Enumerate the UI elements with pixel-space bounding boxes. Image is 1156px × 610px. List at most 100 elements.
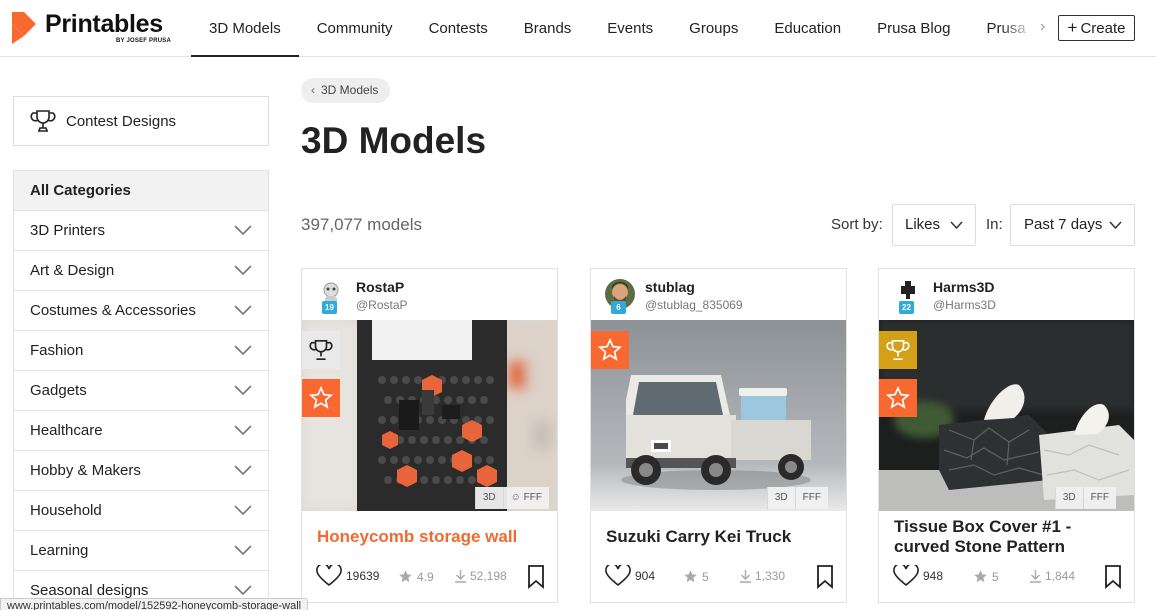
category-item[interactable]: Fashion bbox=[14, 331, 268, 371]
star-icon bbox=[974, 570, 987, 583]
author-name[interactable]: RostaP bbox=[356, 279, 404, 295]
nav-3d-models[interactable]: 3D Models bbox=[191, 0, 299, 57]
featured-badge bbox=[591, 331, 629, 369]
model-title[interactable]: Honeycomb storage wall bbox=[317, 527, 547, 547]
rating-value: 5 bbox=[702, 569, 709, 584]
like-count: 904 bbox=[635, 569, 656, 583]
trophy-icon bbox=[309, 340, 333, 360]
nav-groups[interactable]: Groups bbox=[671, 0, 756, 57]
category-label: Art & Design bbox=[30, 262, 115, 279]
nav-contests[interactable]: Contests bbox=[411, 0, 506, 57]
rating-stat: 5 bbox=[973, 569, 999, 584]
download-count: 1,330 bbox=[755, 569, 786, 583]
star-icon bbox=[399, 570, 412, 583]
card-stats: 904 5 1,330 bbox=[605, 565, 835, 589]
download-count: 1,844 bbox=[1045, 569, 1076, 583]
user-level-badge: 6 bbox=[611, 301, 626, 314]
featured-badge bbox=[302, 379, 340, 417]
nav-brands[interactable]: Brands bbox=[506, 0, 590, 57]
plus-icon: + bbox=[1067, 18, 1078, 37]
chevron-down-icon bbox=[234, 465, 252, 475]
category-list: All Categories 3D Printers Art & Design … bbox=[13, 170, 269, 610]
like-stat[interactable]: 948 bbox=[893, 565, 943, 587]
model-title[interactable]: Suzuki Carry Kei Truck bbox=[606, 527, 836, 547]
rating-stat: 4.9 bbox=[398, 569, 434, 584]
download-stat: 52,198 bbox=[454, 569, 507, 583]
chevron-down-icon bbox=[234, 505, 252, 515]
category-item[interactable]: Learning bbox=[14, 531, 268, 571]
download-count: 52,198 bbox=[470, 569, 507, 583]
category-item[interactable]: Gadgets bbox=[14, 371, 268, 411]
model-card[interactable]: 22 Harms3D @Harms3D 3D FFF Tissue Box Co… bbox=[878, 268, 1135, 603]
category-label: Household bbox=[30, 502, 102, 519]
model-card[interactable]: 6 stublag @stublag_835069 3D FFF Suzuki … bbox=[590, 268, 847, 603]
tag-3d: 3D bbox=[766, 487, 795, 509]
breadcrumb[interactable]: ‹ 3D Models bbox=[301, 78, 391, 103]
download-icon bbox=[740, 570, 751, 583]
create-button[interactable]: + Create bbox=[1058, 15, 1135, 41]
model-thumbnail[interactable]: 3D ☺ FFF bbox=[302, 320, 557, 511]
printables-logo[interactable]: Printables by JOSEF PRUSA bbox=[12, 10, 177, 48]
period-select[interactable]: Past 7 days bbox=[1010, 204, 1135, 246]
chevron-down-icon bbox=[234, 305, 252, 315]
like-count: 19639 bbox=[346, 569, 380, 583]
period-label: In: bbox=[986, 216, 1003, 233]
tag-fff: FFF bbox=[1082, 487, 1116, 509]
author-handle: @RostaP bbox=[356, 298, 408, 312]
like-stat[interactable]: 19639 bbox=[316, 565, 379, 587]
model-thumbnail[interactable]: 3D FFF bbox=[591, 320, 846, 511]
trophy-icon bbox=[886, 340, 910, 360]
like-stat[interactable]: 904 bbox=[605, 565, 655, 587]
download-icon bbox=[1030, 570, 1041, 583]
honeycomb-wall-image bbox=[302, 320, 557, 511]
brand-name: Printables bbox=[45, 10, 163, 38]
printables-logo-icon bbox=[12, 12, 36, 44]
nav-education[interactable]: Education bbox=[756, 0, 859, 57]
model-title[interactable]: Tissue Box Cover #1 - curved Stone Patte… bbox=[894, 517, 1124, 557]
top-header: Printables by JOSEF PRUSA 3D Models Comm… bbox=[0, 0, 1156, 57]
nav-events[interactable]: Events bbox=[589, 0, 671, 57]
featured-badge bbox=[879, 379, 917, 417]
category-item[interactable]: Household bbox=[14, 491, 268, 531]
category-item[interactable]: Healthcare bbox=[14, 411, 268, 451]
contest-winner-badge bbox=[879, 331, 917, 369]
tissue-box-image bbox=[879, 320, 1134, 511]
page-title: 3D Models bbox=[301, 120, 487, 161]
star-outline-icon bbox=[309, 386, 333, 409]
nav-prusa-blog[interactable]: Prusa Blog bbox=[859, 0, 968, 57]
category-item[interactable]: Art & Design bbox=[14, 251, 268, 291]
bookmark-icon[interactable] bbox=[815, 565, 835, 589]
sort-select[interactable]: Likes bbox=[892, 204, 976, 246]
star-icon bbox=[684, 570, 697, 583]
bookmark-icon[interactable] bbox=[526, 565, 546, 589]
contest-designs-button[interactable]: Contest Designs bbox=[13, 96, 269, 146]
category-item[interactable]: Hobby & Makers bbox=[14, 451, 268, 491]
model-thumbnail[interactable]: 3D FFF bbox=[879, 320, 1134, 511]
download-stat: 1,844 bbox=[1029, 569, 1075, 583]
model-card[interactable]: 19 RostaP @RostaP 3D ☺ FFF Honeycomb sto… bbox=[301, 268, 558, 603]
bookmark-icon[interactable] bbox=[1103, 565, 1123, 589]
card-stats: 19639 4.9 52,198 bbox=[316, 565, 546, 589]
heart-icon bbox=[316, 565, 342, 587]
chevron-down-icon bbox=[950, 221, 963, 229]
tag-fff: ☺ FFF bbox=[502, 487, 549, 509]
category-label: Gadgets bbox=[30, 382, 87, 399]
link-status-bar: www.printables.com/model/152592-honeycom… bbox=[0, 598, 309, 610]
category-item[interactable]: Costumes & Accessories bbox=[14, 291, 268, 331]
card-stats: 948 5 1,844 bbox=[893, 565, 1123, 589]
author-name[interactable]: Harms3D bbox=[933, 279, 994, 295]
author-handle: @stublag_835069 bbox=[645, 298, 743, 312]
heart-icon bbox=[605, 565, 631, 587]
category-item[interactable]: 3D Printers bbox=[14, 211, 268, 251]
nav-community[interactable]: Community bbox=[299, 0, 411, 57]
download-stat: 1,330 bbox=[739, 569, 785, 583]
nav-overflow-fade bbox=[1000, 0, 1058, 56]
contest-badge bbox=[302, 331, 340, 369]
tag-fff-label: FFF bbox=[523, 492, 542, 503]
user-level-badge: 22 bbox=[899, 301, 914, 314]
author-name[interactable]: stublag bbox=[645, 279, 695, 295]
all-categories[interactable]: All Categories bbox=[14, 171, 268, 211]
tag-3d: 3D bbox=[1054, 487, 1083, 509]
chevron-right-icon[interactable]: › bbox=[1040, 18, 1045, 36]
category-label: Fashion bbox=[30, 342, 84, 359]
